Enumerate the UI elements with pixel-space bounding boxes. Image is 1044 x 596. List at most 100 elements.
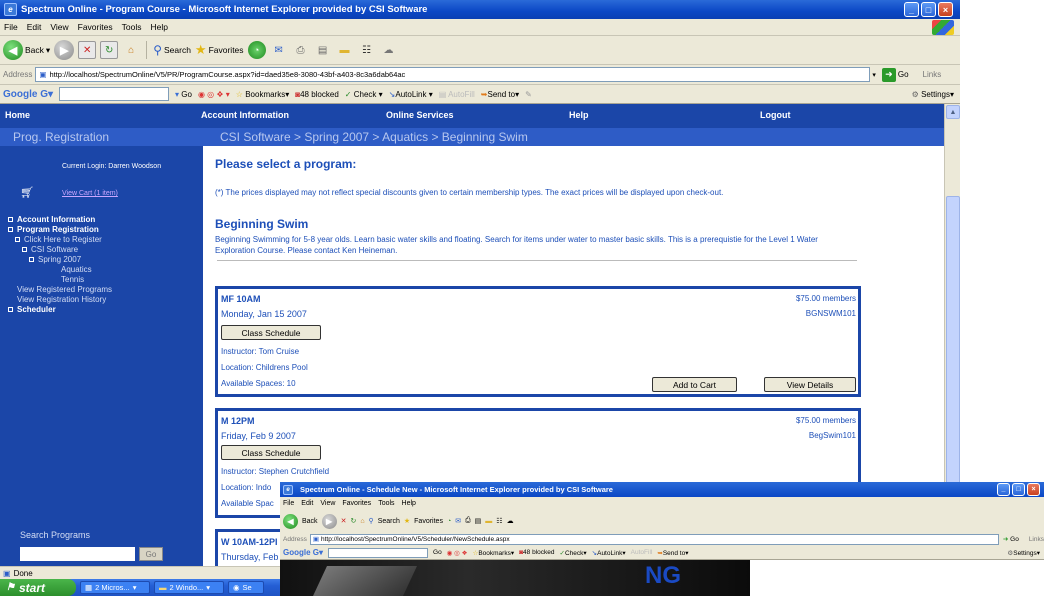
bookmarks-button[interactable]: ☆Bookmarks▾ [473,549,515,557]
menu-view[interactable]: View [320,500,335,507]
spellcheck-button[interactable]: ✓Check▾ [560,549,587,557]
popup-blocker[interactable]: ◙48 blocked [519,549,554,556]
popup-address-input[interactable]: ▣ http://localhost/SpectrumOnline/V5/Sch… [309,533,999,545]
back-button[interactable]: ◀ [283,513,298,529]
refresh-icon[interactable]: ↻ [100,41,119,59]
forward-button[interactable]: ▶ [321,513,337,529]
sidebar-item-click-to-register[interactable]: Click Here to Register [15,235,102,244]
autofill-button[interactable]: AutoFill [631,549,653,556]
mail-icon[interactable]: ✉ [455,517,461,525]
stop-icon[interactable]: ✕ [341,517,347,525]
mail-icon[interactable]: ✉ [270,41,288,59]
menu-tools[interactable]: Tools [122,22,142,32]
view-cart-link[interactable]: View Cart (1 item) [62,190,118,197]
history-icon[interactable]: ◔ [247,41,266,59]
menu-edit[interactable]: Edit [27,22,42,32]
nav-online-services[interactable]: Online Services [386,110,454,120]
stop-icon[interactable]: ✕ [78,41,97,59]
task-button[interactable]: ◉ Se [228,581,264,594]
nav-home[interactable]: Home [5,110,30,120]
spellcheck-button[interactable]: ✓ Check ▾ [345,90,383,99]
sidebar-item-scheduler[interactable]: Scheduler [8,305,56,314]
search-programs-input[interactable] [20,547,135,561]
home-icon[interactable]: ⌂ [122,41,140,59]
breadcrumb[interactable]: CSI Software > Spring 2007 > Aquatics > … [203,128,944,146]
search-go-button[interactable]: Go [139,547,163,561]
minimize-button[interactable]: _ [904,2,919,17]
address-dropdown[interactable]: ▾ [872,71,876,79]
menu-file[interactable]: File [283,500,294,507]
messenger-icon[interactable]: ☷ [358,41,376,59]
forward-button[interactable]: ▶ [54,40,75,60]
sidebar-item-program-registration[interactable]: Program Registration [8,225,99,234]
settings-button[interactable]: ⚙ Settings▾ [912,90,954,99]
go-button[interactable]: ➜ Go [1003,535,1019,543]
close-button[interactable]: × [938,2,953,17]
google-search-input[interactable] [328,547,429,558]
autolink-button[interactable]: ↘AutoLink▾ [592,549,626,557]
scrollbar-thumb[interactable] [946,196,960,526]
sidebar-item-view-history[interactable]: View Registration History [17,295,106,304]
menu-favorites[interactable]: Favorites [78,22,113,32]
google-icons[interactable]: ◉ ◎ ❖ ▾ [198,90,230,99]
google-icons[interactable]: ◉ ◎ ❖ [447,549,468,557]
search-icon[interactable]: ⚲ [369,517,374,525]
bookmarks-button[interactable]: ☆ Bookmarks▾ [236,90,289,99]
favorites-button[interactable]: ★ Favorites [195,42,244,58]
print-icon[interactable]: ⎙ [292,41,310,59]
print-icon[interactable]: ⎙ [465,517,471,525]
discuss-icon[interactable]: ☁ [507,517,514,525]
highlight-icon[interactable]: ✎ [525,90,532,99]
sidebar-item-spring-2007[interactable]: Spring 2007 [29,255,81,264]
star-icon[interactable]: ★ [404,517,410,525]
google-go-button[interactable]: Go [433,549,442,556]
autolink-button[interactable]: ↘AutoLink ▾ [389,90,433,99]
google-search-input[interactable] [59,87,170,101]
search-button[interactable]: ⚲ Search [153,43,191,57]
menu-edit[interactable]: Edit [301,500,313,507]
home-icon[interactable]: ⌂ [360,518,364,525]
menu-favorites[interactable]: Favorites [342,500,371,507]
edit-icon[interactable]: ▤ [314,41,332,59]
refresh-icon[interactable]: ↻ [350,517,356,525]
back-button[interactable]: ◀ Back ▾ [3,40,50,60]
folder-icon[interactable]: ▬ [485,518,492,525]
nav-help[interactable]: Help [569,110,589,120]
close-button[interactable]: × [1027,483,1040,496]
links-label[interactable]: Links [923,70,942,79]
discuss-icon[interactable]: ☁ [380,41,398,59]
maximize-button[interactable]: □ [1012,483,1025,496]
class-schedule-button[interactable]: Class Schedule [221,325,321,340]
menu-help[interactable]: Help [150,22,167,32]
view-details-button[interactable]: View Details [764,377,856,392]
menu-view[interactable]: View [50,22,68,32]
sendto-button[interactable]: ➥Send to▾ [481,90,519,99]
folder-icon[interactable]: ▬ [336,41,354,59]
maximize-button[interactable]: □ [921,2,936,17]
sidebar-item-account-information[interactable]: Account Information [8,215,95,224]
task-button[interactable]: ▦ 2 Micros... ▾ [80,581,150,594]
popup-blocker[interactable]: ◙48 blocked [295,90,339,99]
links-label[interactable]: Links [1029,536,1044,543]
autofill-button[interactable]: ▤ AutoFill [439,90,475,99]
sidebar-item-view-registered[interactable]: View Registered Programs [17,285,112,294]
nav-account-information[interactable]: Account Information [201,110,289,120]
menu-file[interactable]: File [4,22,18,32]
google-go-button[interactable]: ▾ Go [175,90,192,99]
nav-logout[interactable]: Logout [760,110,791,120]
go-button[interactable]: ➜ Go [881,67,909,82]
menu-help[interactable]: Help [402,500,416,507]
sidebar-item-csi-software[interactable]: CSI Software [22,245,78,254]
history-icon[interactable]: ◔ [447,518,451,525]
class-schedule-button[interactable]: Class Schedule [221,445,321,460]
sidebar-item-aquatics[interactable]: Aquatics [61,265,92,274]
minimize-button[interactable]: _ [997,483,1010,496]
messenger-icon[interactable]: ☷ [496,517,502,525]
sendto-button[interactable]: ➥Send to▾ [657,549,688,557]
edit-icon[interactable]: ▤ [475,517,482,525]
start-button[interactable]: ⚑ start [0,579,76,596]
menu-tools[interactable]: Tools [378,500,394,507]
task-button[interactable]: ▬ 2 Windo... ▾ [154,581,224,594]
scroll-up-icon[interactable]: ▲ [946,105,960,119]
address-input[interactable]: ▣ http://localhost/SpectrumOnline/V5/PR/… [35,67,871,82]
